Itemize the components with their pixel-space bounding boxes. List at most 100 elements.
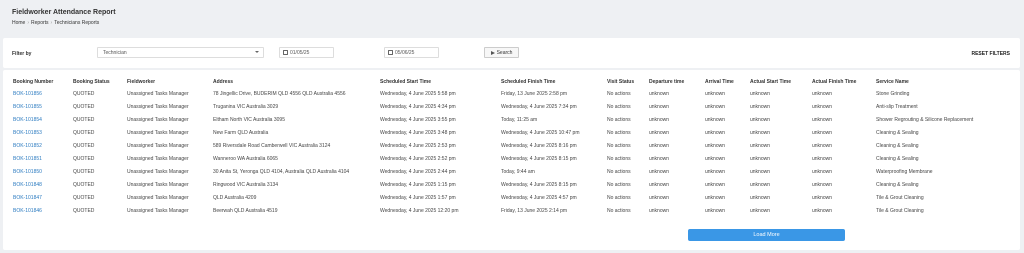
load-more-button[interactable]: Load More: [688, 229, 845, 241]
table-cell: Wednesday, 4 June 2025 3:55 pm: [380, 116, 456, 123]
table-cell: Unassigned Tasks Manager: [127, 116, 189, 123]
table-row[interactable]: BOK-101848 QUOTED Unassigned Tasks Manager…: [13, 178, 1013, 191]
table-cell: Stone Grinding: [876, 90, 910, 97]
table-cell: unknown: [812, 90, 833, 97]
table-cell: 30 Anita St, Yeronga QLD 4104, Australia…: [213, 168, 350, 175]
table-cell: unknown: [649, 142, 670, 149]
table-cell: unknown: [812, 103, 833, 110]
table-cell: unknown: [649, 129, 670, 136]
table-cell: unknown: [812, 155, 833, 162]
table-row[interactable]: BOK-101856 QUOTED Unassigned Tasks Manager…: [13, 87, 1013, 100]
booking-number-link[interactable]: BOK-101848: [13, 178, 73, 191]
table-cell: unknown: [750, 194, 771, 201]
booking-number-link[interactable]: BOK-101854: [13, 113, 73, 126]
calendar-icon: [388, 50, 393, 55]
table-cell: unknown: [705, 181, 726, 188]
table-cell: Eltham North VIC Australia 3095: [213, 116, 285, 123]
table-body: BOK-101856 QUOTED Unassigned Tasks Manager…: [13, 87, 1013, 217]
booking-number-link[interactable]: BOK-101850: [13, 165, 73, 178]
table-cell: unknown: [750, 168, 771, 175]
table-row[interactable]: BOK-101851 QUOTED Unassigned Tasks Manager…: [13, 152, 1013, 165]
table-cell: Wednesday, 4 June 2025 10:47 pm: [501, 129, 580, 136]
table-cell: No actions: [607, 129, 631, 136]
column-header: Arrival Time: [705, 78, 734, 85]
table-row[interactable]: BOK-101854 QUOTED Unassigned Tasks Manager…: [13, 113, 1013, 126]
table-cell: QUOTED: [73, 142, 95, 149]
table-cell: Tile & Grout Cleaning: [876, 194, 924, 201]
table-cell: QUOTED: [73, 181, 95, 188]
table-cell: Shower Regrouting & Silicone Replacement: [876, 116, 974, 123]
table-cell: Wednesday, 4 June 2025 1:15 pm: [380, 181, 456, 188]
column-header: Service Name: [876, 78, 909, 85]
table-row[interactable]: BOK-101853 QUOTED Unassigned Tasks Manager…: [13, 126, 1013, 139]
table-cell: unknown: [750, 142, 771, 149]
table-cell: unknown: [812, 207, 833, 214]
table-cell: Wednesday, 4 June 2025 3:48 pm: [380, 129, 456, 136]
table-cell: unknown: [812, 181, 833, 188]
table-row[interactable]: BOK-101852 QUOTED Unassigned Tasks Manager…: [13, 139, 1013, 152]
table-cell: QUOTED: [73, 103, 95, 110]
booking-number-link[interactable]: BOK-101851: [13, 152, 73, 165]
table-cell: Wednesday, 4 June 2025 4:34 pm: [380, 103, 456, 110]
table-cell: unknown: [750, 103, 771, 110]
table-cell: Unassigned Tasks Manager: [127, 155, 189, 162]
report-table-card: Booking Number Booking Status Fieldworker A…: [3, 70, 1020, 250]
table-cell: Unassigned Tasks Manager: [127, 103, 189, 110]
table-cell: Cleaning & Sealing: [876, 142, 919, 149]
breadcrumb-separator: ›: [27, 20, 30, 26]
technician-select-value: Technician: [103, 50, 127, 56]
date-from-input[interactable]: 01/05/25: [279, 47, 334, 58]
table-row[interactable]: BOK-101847 QUOTED Unassigned Tasks Manager…: [13, 191, 1013, 204]
table-cell: Wednesday, 4 June 2025 4:57 pm: [501, 194, 577, 201]
table-cell: Today, 11:25 am: [501, 116, 538, 123]
date-from-value: 01/05/25: [290, 49, 310, 56]
table-cell: No actions: [607, 194, 631, 201]
table-cell: QUOTED: [73, 129, 95, 136]
booking-number-link[interactable]: BOK-101856: [13, 87, 73, 100]
table-cell: QUOTED: [73, 168, 95, 175]
booking-number-link[interactable]: BOK-101852: [13, 139, 73, 152]
table-cell: unknown: [705, 116, 726, 123]
breadcrumb-home[interactable]: Home: [12, 20, 25, 26]
table-cell: unknown: [705, 142, 726, 149]
table-cell: unknown: [750, 90, 771, 97]
table-cell: unknown: [705, 103, 726, 110]
table-cell: No actions: [607, 168, 631, 175]
table-row[interactable]: BOK-101850 QUOTED Unassigned Tasks Manager…: [13, 165, 1013, 178]
table-cell: No actions: [607, 181, 631, 188]
search-button-label: Search: [496, 49, 513, 56]
table-cell: unknown: [705, 129, 726, 136]
table-cell: No actions: [607, 207, 631, 214]
column-header: Address: [213, 78, 234, 85]
column-header: Fieldworker: [127, 78, 156, 85]
table-cell: No actions: [607, 155, 631, 162]
table-cell: Wanneroo WA Australia 6065: [213, 155, 278, 162]
table-cell: unknown: [750, 155, 771, 162]
booking-number-link[interactable]: BOK-101847: [13, 191, 73, 204]
booking-number-link[interactable]: BOK-101853: [13, 126, 73, 139]
table-row[interactable]: BOK-101855 QUOTED Unassigned Tasks Manager…: [13, 100, 1013, 113]
booking-number-link[interactable]: BOK-101855: [13, 100, 73, 113]
table-row[interactable]: BOK-101846 QUOTED Unassigned Tasks Manager…: [13, 204, 1013, 217]
table-cell: New Farm QLD Australia: [213, 129, 269, 136]
date-to-input[interactable]: 05/06/25: [384, 47, 439, 58]
table-cell: 78 Jingellic Drive, BUDERIM QLD 4556 QLD…: [213, 90, 346, 97]
column-header: Booking Status: [73, 78, 110, 85]
table-cell: unknown: [750, 129, 771, 136]
table-cell: Unassigned Tasks Manager: [127, 90, 189, 97]
table-cell: Today, 9:44 am: [501, 168, 535, 175]
table-cell: Ringwood VIC Australia 3134: [213, 181, 279, 188]
search-button[interactable]: Search: [484, 47, 519, 58]
table-cell: No actions: [607, 142, 631, 149]
booking-number-link[interactable]: BOK-101846: [13, 204, 73, 217]
column-header: Actual Start Time: [750, 78, 792, 85]
table-cell: unknown: [705, 207, 726, 214]
table-cell: QUOTED: [73, 194, 95, 201]
table-cell: Unassigned Tasks Manager: [127, 207, 189, 214]
table-cell: Unassigned Tasks Manager: [127, 194, 189, 201]
breadcrumb-reports[interactable]: Reports: [31, 20, 49, 26]
technician-select[interactable]: Technician: [97, 47, 264, 58]
reset-filters-button[interactable]: RESET FILTERS: [971, 51, 1010, 57]
table-cell: unknown: [812, 142, 833, 149]
table-cell: Unassigned Tasks Manager: [127, 168, 189, 175]
